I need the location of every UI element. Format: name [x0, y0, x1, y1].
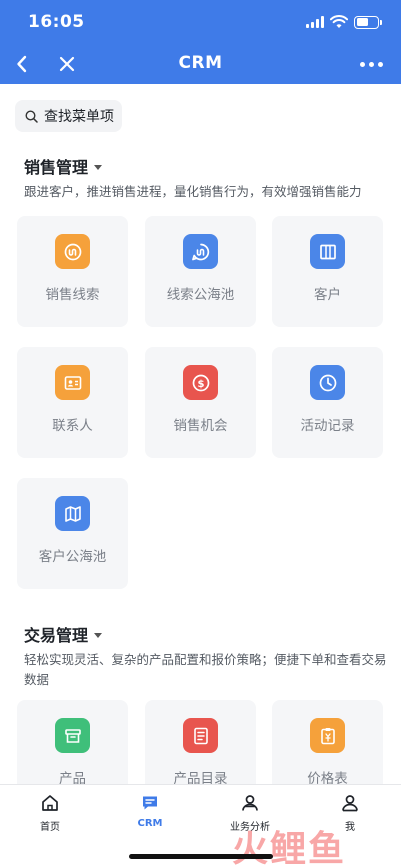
tile-label: 活动记录 [300, 418, 355, 434]
search-label: 查找菜单项 [44, 109, 114, 125]
tile-lead-pool[interactable]: 线索公海池 [145, 216, 256, 327]
lead-pool-icon [183, 234, 218, 269]
tab-label: CRM [137, 818, 163, 829]
price-list-icon [310, 718, 345, 753]
tile-label: 联系人 [52, 418, 93, 434]
user-analysis-icon [242, 795, 258, 811]
battery-icon [354, 15, 382, 29]
tile-opportunity[interactable]: $ 销售机会 [145, 347, 256, 458]
tile-activity[interactable]: 活动记录 [272, 347, 383, 458]
chat-icon [143, 796, 157, 810]
home-indicator[interactable] [129, 854, 273, 859]
map-icon [55, 496, 90, 531]
more-button[interactable] [355, 50, 387, 78]
tile-label: 销售机会 [173, 418, 228, 434]
nav-bar: CRM [0, 44, 401, 84]
svg-text:$: $ [197, 379, 204, 390]
main-content: 查找菜单项 销售管理 跟进客户，推进销售进程，量化销售行为，有效增强销售能力 销… [0, 84, 401, 784]
status-bar: 16:05 [0, 0, 401, 44]
tile-label: 线索公海池 [166, 287, 235, 303]
tile-contact[interactable]: 联系人 [17, 347, 128, 458]
building-icon [310, 234, 345, 269]
tile-product-catalog[interactable]: 产品目录 [145, 700, 256, 784]
user-icon [342, 795, 358, 812]
tab-home[interactable]: 首页 [5, 793, 95, 833]
tile-label: 价格表 [307, 771, 348, 784]
tab-label: 我 [345, 822, 355, 833]
caret-down-icon [94, 164, 103, 170]
tile-label: 客户公海池 [38, 549, 107, 565]
catalog-icon [183, 718, 218, 753]
menu-search-button[interactable]: 查找菜单项 [15, 100, 122, 132]
clock-icon [310, 365, 345, 400]
section-desc-sales: 跟进客户，推进销售进程，量化销售行为，有效增强销售能力 [24, 184, 362, 199]
tile-label: 客户 [314, 287, 341, 303]
section-title-trade[interactable]: 交易管理 [24, 622, 103, 646]
dollar-icon: $ [183, 365, 218, 400]
cellular-signal-icon [306, 16, 324, 28]
watermark-logo: 火鲤鱼 [232, 829, 347, 867]
tile-label: 产品 [59, 771, 86, 784]
tile-price-list[interactable]: 价格表 [272, 700, 383, 784]
search-icon [25, 109, 38, 123]
status-time: 16:05 [28, 12, 85, 32]
product-box-icon [55, 718, 90, 753]
tile-customer[interactable]: 客户 [272, 216, 383, 327]
caret-down-icon [94, 632, 103, 638]
tile-label: 产品目录 [173, 771, 228, 784]
section-desc-trade: 轻松实现灵活、复杂的产品配置和报价策略；便捷下单和查看交易数据 [24, 652, 387, 687]
tile-sales-lead[interactable]: 销售线索 [17, 216, 128, 327]
tile-label: 销售线索 [45, 287, 100, 303]
contact-card-icon [55, 365, 90, 400]
page-title: CRM [178, 53, 223, 73]
lead-icon [55, 234, 90, 269]
tile-customer-pool[interactable]: 客户公海池 [17, 478, 128, 589]
wifi-icon [330, 15, 348, 28]
status-icons [306, 15, 382, 29]
home-icon [42, 795, 58, 811]
section-title-sales[interactable]: 销售管理 [24, 154, 103, 178]
tile-product[interactable]: 产品 [17, 700, 128, 784]
tab-label: 首页 [40, 822, 60, 833]
tab-crm[interactable]: CRM [105, 793, 195, 829]
